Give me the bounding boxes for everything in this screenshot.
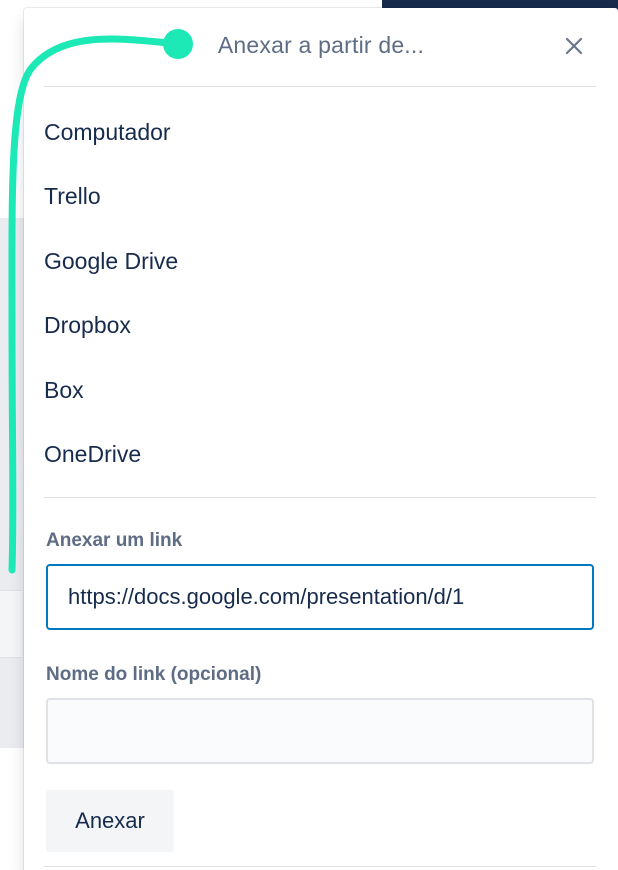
footer-divider bbox=[44, 866, 596, 867]
header-divider bbox=[44, 86, 596, 87]
sources-divider bbox=[44, 497, 596, 498]
close-icon bbox=[565, 37, 583, 55]
background-card-fragment bbox=[0, 590, 22, 658]
source-computador[interactable]: Computador bbox=[44, 100, 596, 165]
popover-header: Anexar a partir de... bbox=[24, 8, 618, 86]
link-name-input[interactable] bbox=[46, 698, 594, 764]
source-trello[interactable]: Trello bbox=[44, 165, 596, 230]
source-google-drive[interactable]: Google Drive bbox=[44, 229, 596, 294]
popover-title: Anexar a partir de... bbox=[217, 32, 425, 58]
link-name-label: Nome do link (opcional) bbox=[46, 664, 262, 685]
attach-popover: Anexar a partir de... Computador Trello … bbox=[24, 8, 618, 870]
attach-button[interactable]: Anexar bbox=[46, 790, 174, 852]
screen: Anexar a partir de... Computador Trello … bbox=[0, 0, 618, 870]
background-panel-fragment bbox=[0, 218, 24, 748]
source-dropbox[interactable]: Dropbox bbox=[44, 294, 596, 359]
source-box[interactable]: Box bbox=[44, 358, 596, 423]
attach-source-list: Computador Trello Google Drive Dropbox B… bbox=[44, 100, 596, 487]
source-onedrive[interactable]: OneDrive bbox=[44, 423, 596, 488]
attach-link-label: Anexar um link bbox=[46, 530, 183, 551]
close-button[interactable] bbox=[558, 30, 590, 62]
link-url-input[interactable] bbox=[46, 564, 594, 630]
